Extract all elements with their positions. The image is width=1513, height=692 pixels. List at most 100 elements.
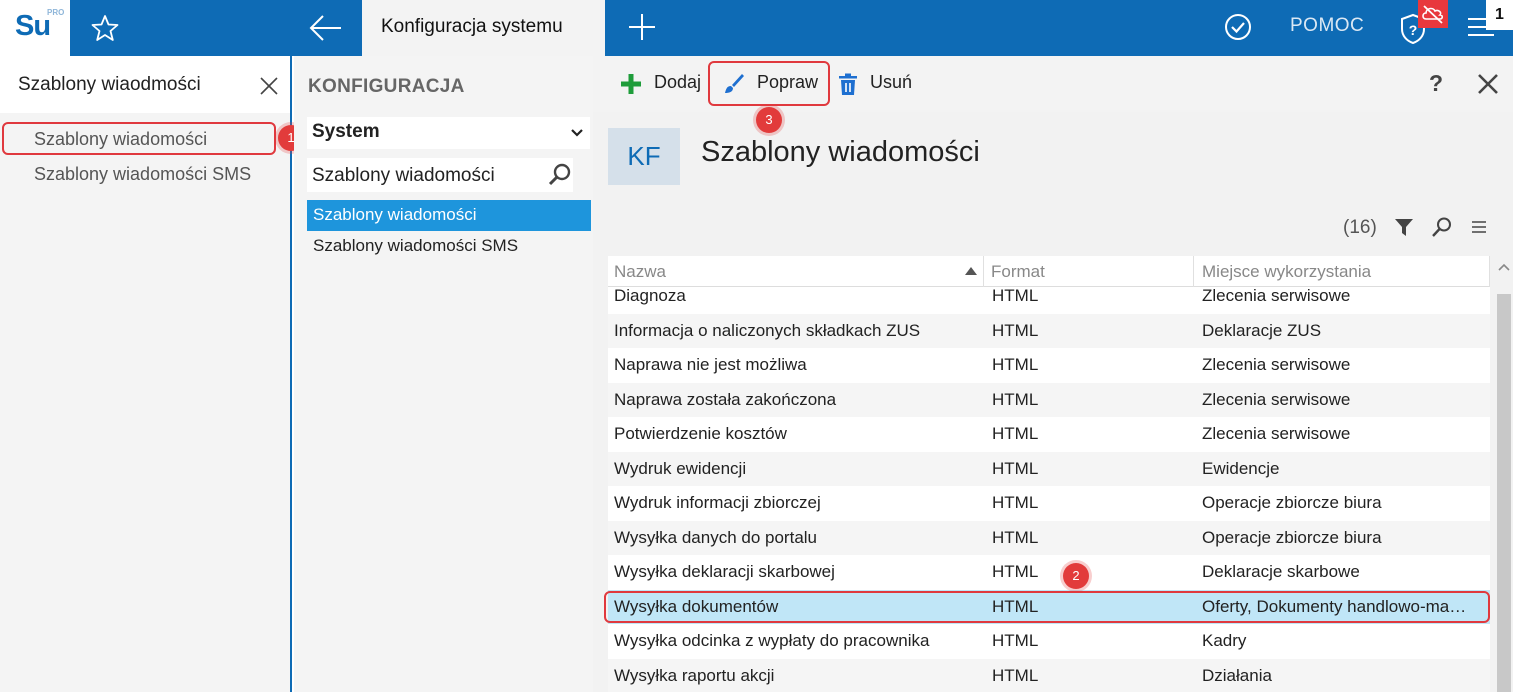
column-header-format[interactable]: Format — [991, 262, 1045, 282]
cell-format: HTML — [992, 458, 1039, 478]
table-row[interactable]: Wydruk informacji zbiorczej HTML Operacje … — [608, 486, 1490, 521]
cell-format: HTML — [992, 631, 1039, 650]
search-input-value: Szablony wiadomości — [312, 165, 495, 186]
close-icon[interactable] — [1477, 73, 1499, 95]
delete-button[interactable]: Usuń — [870, 72, 912, 93]
section-title: KONFIGURACJA — [308, 76, 465, 97]
check-circle-icon[interactable] — [1223, 12, 1253, 42]
module-select[interactable]: System — [307, 117, 590, 149]
record-count: (16) — [1343, 217, 1377, 238]
annotation-highlight-1 — [2, 122, 276, 155]
filter-icon[interactable] — [1393, 216, 1415, 238]
column-divider — [1489, 256, 1490, 287]
table-row[interactable]: Naprawa nie jest możliwa HTML Zlecenia ser… — [608, 348, 1490, 383]
cell-format: HTML — [992, 389, 1039, 409]
cell-miejsce: Ewidencje — [1202, 458, 1280, 478]
cell-nazwa: Diagnoza — [614, 286, 686, 305]
cell-miejsce: Zlecenia serwisowe — [1202, 286, 1351, 305]
help-button[interactable]: ? — [1429, 70, 1443, 97]
cell-nazwa: Naprawa została zakończona — [614, 389, 837, 409]
templates-table: Nazwa Format Miejsce wykorzystania Diagn… — [608, 256, 1490, 692]
chevron-down-icon — [571, 129, 583, 137]
search-icon[interactable] — [547, 162, 573, 188]
cell-format: HTML — [992, 286, 1039, 305]
cell-format: HTML — [992, 355, 1039, 374]
column-header-nazwa[interactable]: Nazwa — [614, 262, 666, 282]
back-arrow-icon[interactable] — [308, 12, 344, 44]
table-row[interactable]: Wysyłka danych do portalu HTML Operacje zb… — [608, 520, 1490, 555]
top-bar: Su PRO Konfiguracja systemu POMOC ? 1 — [0, 0, 1513, 56]
module-badge: KF — [608, 128, 680, 185]
module-select-value: System — [312, 121, 380, 142]
tab-konfiguracja-systemu[interactable]: Konfiguracja systemu — [362, 0, 605, 56]
page-title: Szablony wiadomości — [701, 136, 980, 168]
table-row[interactable]: Wydruk ewidencji HTML Ewidencje — [608, 451, 1490, 486]
table-row[interactable]: Naprawa została zakończona HTML Zlecenia s… — [608, 382, 1490, 417]
column-header-miejsce[interactable]: Miejsce wykorzystania — [1202, 262, 1371, 282]
cell-format: HTML — [992, 320, 1039, 340]
table-header: Nazwa Format Miejsce wykorzystania — [608, 256, 1490, 287]
table-row[interactable]: Wysyłka deklaracji skarbowej HTML Deklarac… — [608, 555, 1490, 590]
logo-text: Su — [15, 10, 51, 42]
cell-miejsce: Kadry — [1202, 631, 1247, 650]
svg-text:?: ? — [1409, 22, 1418, 38]
table-row[interactable]: Informacja o naliczonych składkach ZUS HT… — [608, 313, 1490, 348]
cell-miejsce: Deklaracje ZUS — [1202, 320, 1322, 340]
columns-menu-icon[interactable] — [1471, 220, 1487, 234]
cell-nazwa: Potwierdzenie kosztów — [614, 424, 787, 443]
cell-miejsce: Zlecenia serwisowe — [1202, 424, 1351, 443]
plus-icon[interactable] — [628, 12, 656, 42]
annotation-marker-2: 2 — [1063, 563, 1089, 589]
cell-format: HTML — [992, 424, 1039, 443]
left-panel-header: Szablony wiaodmości — [0, 56, 290, 113]
cell-nazwa: Wysyłka odcinka z wypłaty do pracownika — [614, 631, 930, 650]
annotation-highlight-3 — [708, 61, 830, 106]
cell-miejsce: Operacje zbiorcze biura — [1202, 527, 1382, 547]
cell-miejsce: Operacje zbiorcze biura — [1202, 493, 1382, 512]
table-row[interactable]: Wysyłka raportu akcji HTML Działania — [608, 658, 1490, 692]
annotation-marker-3: 3 — [756, 107, 782, 133]
column-divider — [1193, 256, 1194, 287]
table-scrollbar[interactable] — [1495, 256, 1513, 692]
nav-item-szablony-sms[interactable]: Szablony wiadomości SMS — [307, 231, 591, 262]
add-button[interactable]: Dodaj — [654, 72, 701, 93]
scrollbar-thumb[interactable] — [1497, 294, 1511, 692]
cell-format: HTML — [992, 527, 1039, 547]
cell-nazwa: Wydruk ewidencji — [614, 458, 747, 478]
corner-number: 1 — [1486, 0, 1513, 30]
column-divider — [983, 256, 984, 287]
table-row[interactable]: Potwierdzenie kosztów HTML Zlecenia serwis… — [608, 417, 1490, 452]
cell-nazwa: Informacja o naliczonych składkach ZUS — [614, 320, 921, 340]
middle-panel: KONFIGURACJA System Szablony wiadomości … — [294, 56, 593, 692]
table-row[interactable]: Wysyłka odcinka z wypłaty do pracownika H… — [608, 624, 1490, 659]
sort-ascending-icon[interactable] — [965, 267, 977, 275]
search-input[interactable]: Szablony wiadomości — [307, 158, 573, 192]
cell-nazwa: Wysyłka danych do portalu — [614, 527, 818, 547]
annotation-highlight-2 — [604, 591, 1490, 623]
cell-format: HTML — [992, 665, 1039, 685]
cell-nazwa: Wysyłka raportu akcji — [614, 665, 775, 685]
left-panel-title: Szablony wiaodmości — [18, 74, 201, 95]
nav-item-szablony-wiadomosci[interactable]: Szablony wiadomości — [307, 200, 591, 231]
tab-label: Konfiguracja systemu — [381, 16, 563, 37]
left-item-szablony-sms[interactable]: Szablony wiadomości SMS — [34, 164, 251, 185]
trash-icon[interactable] — [836, 72, 860, 96]
cell-miejsce: Zlecenia serwisowe — [1202, 355, 1351, 374]
cell-nazwa: Wydruk informacji zbiorczej — [614, 493, 821, 512]
cell-miejsce: Zlecenia serwisowe — [1202, 389, 1351, 409]
cloud-off-icon[interactable] — [1418, 0, 1448, 28]
cell-format: HTML — [992, 493, 1039, 512]
close-icon[interactable] — [258, 75, 280, 97]
left-panel-list: Szablony wiadomości Szablony wiadomości … — [0, 113, 290, 692]
star-icon[interactable] — [90, 13, 120, 43]
app-logo[interactable]: Su PRO — [0, 0, 70, 56]
add-icon[interactable] — [619, 72, 643, 96]
help-link[interactable]: POMOC — [1290, 15, 1364, 37]
cell-miejsce: Działania — [1202, 665, 1272, 685]
cell-nazwa: Naprawa nie jest możliwa — [614, 355, 807, 374]
scroll-up-icon[interactable] — [1498, 262, 1510, 272]
cell-format: HTML — [992, 562, 1039, 581]
cell-miejsce: Deklaracje skarbowe — [1202, 562, 1360, 581]
search-icon[interactable] — [1431, 216, 1453, 238]
cell-nazwa: Wysyłka deklaracji skarbowej — [614, 562, 835, 581]
